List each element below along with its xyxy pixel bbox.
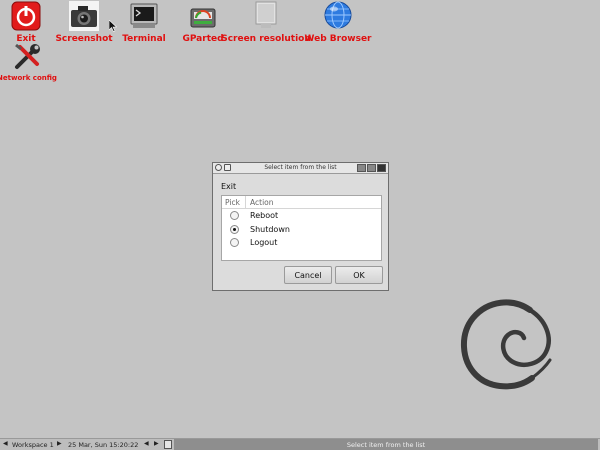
terminal-icon [129, 1, 159, 31]
action-list: Pick Action Reboot Shutdown Logout [221, 195, 382, 261]
dialog-titlebar[interactable]: Select item from the list [213, 163, 388, 174]
clock: 25 Mar, Sun 15:20:22 [68, 440, 139, 449]
ok-button[interactable]: OK [335, 266, 383, 284]
minimize-icon[interactable] [357, 164, 366, 172]
list-item-label: Logout [250, 238, 278, 248]
mouse-cursor-icon [108, 17, 118, 36]
network-tools-icon [12, 42, 42, 72]
power-icon [11, 1, 41, 31]
dialog-prompt: Exit [221, 182, 237, 191]
desktop-icon-label: Network config [0, 74, 57, 82]
taskbar-window-button[interactable]: Select item from the list [174, 439, 598, 450]
radio-reboot[interactable] [229, 211, 239, 221]
workspace-next-icon[interactable]: ▶ [57, 440, 62, 447]
list-item[interactable]: Shutdown [222, 223, 381, 237]
radio-shutdown[interactable] [229, 224, 239, 234]
list-header: Pick Action [222, 196, 381, 209]
column-header-action[interactable]: Action [246, 198, 274, 207]
close-icon[interactable] [377, 164, 386, 172]
select-item-dialog: Select item from the list Exit Pick Acti… [212, 162, 389, 291]
desktop-icon-web-browser[interactable]: Web Browser [293, 1, 383, 44]
maximize-icon[interactable] [367, 164, 376, 172]
workspace-prev-icon[interactable]: ◀ [3, 440, 8, 447]
workspace-label[interactable]: Workspace 1 [12, 441, 54, 449]
task-prev-icon[interactable]: ◀ [144, 440, 149, 447]
camera-icon [69, 1, 99, 31]
list-item-label: Reboot [250, 211, 279, 221]
desktop-icon-label: GParted [182, 34, 224, 44]
globe-icon [323, 1, 353, 31]
gparted-icon [188, 1, 218, 31]
list-item[interactable]: Logout [222, 236, 381, 250]
desktop-icon-network-config[interactable]: Network config [0, 42, 72, 82]
taskbar: ◀ Workspace 1 ▶ 25 Mar, Sun 15:20:22 ◀ ▶… [0, 438, 600, 450]
cancel-button[interactable]: Cancel [284, 266, 332, 284]
radio-logout[interactable] [229, 238, 239, 248]
column-header-pick[interactable]: Pick [222, 196, 246, 208]
task-next-icon[interactable]: ▶ [154, 440, 159, 447]
debian-swirl-logo [458, 290, 558, 404]
monitor-icon [251, 1, 281, 31]
show-desktop-icon[interactable] [164, 440, 172, 449]
list-item-label: Shutdown [250, 224, 290, 234]
desktop-icon-label: Web Browser [304, 34, 372, 44]
list-item[interactable]: Reboot [222, 209, 381, 223]
